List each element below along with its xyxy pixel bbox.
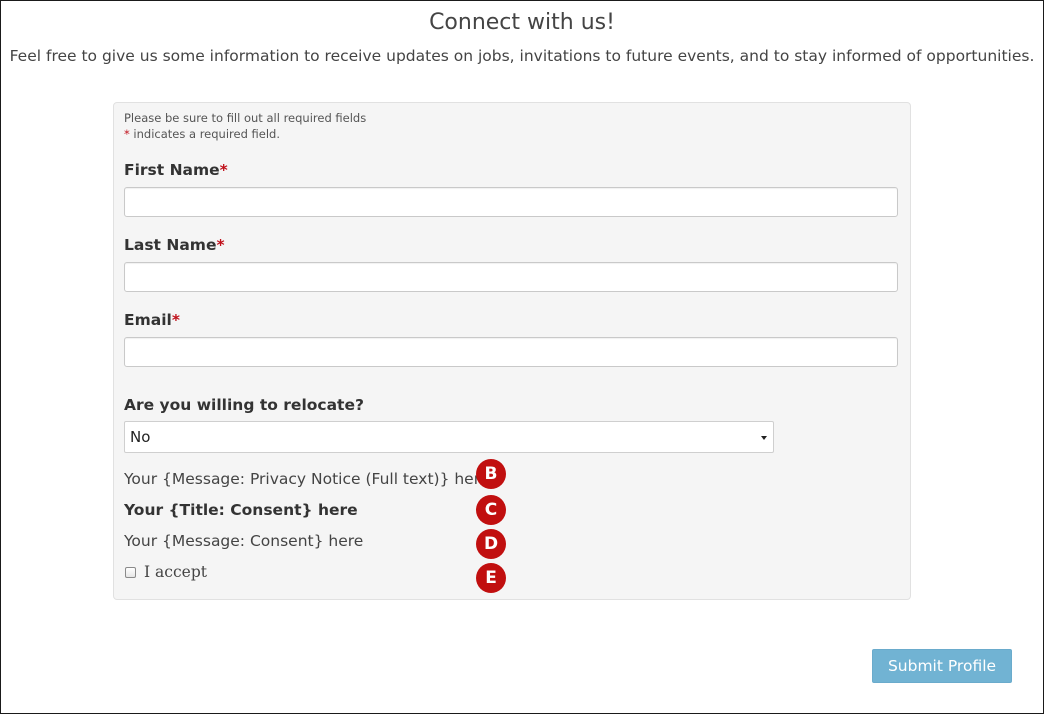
consent-title: Your {Title: Consent} here [124,501,358,519]
page-frame: Connect with us! Feel free to give us so… [0,0,1044,714]
privacy-notice-message: Your {Message: Privacy Notice (Full text… [124,470,490,488]
email-input[interactable] [124,337,898,367]
callout-marker-c: C [476,495,506,525]
email-label: Email* [124,311,180,329]
submit-profile-button[interactable]: Submit Profile [872,649,1012,683]
required-asterisk: * [171,311,180,329]
page-title: Connect with us! [429,10,615,35]
intro-text: Feel free to give us some information to… [9,47,1035,65]
required-asterisk: * [216,236,225,254]
first-name-input[interactable] [124,187,898,217]
relocate-label: Are you willing to relocate? [124,396,364,414]
accept-label[interactable]: I accept [144,563,207,581]
email-label-text: Email [124,311,172,329]
first-name-label-text: First Name [124,161,220,179]
relocate-select[interactable]: No [124,421,774,453]
callout-marker-e: E [476,563,506,593]
required-indicator-text: indicates a required field. [129,127,280,141]
required-asterisk: * [219,161,228,179]
caret-down-icon [761,436,767,440]
required-fields-note: Please be sure to fill out all required … [124,111,367,125]
profile-form: Please be sure to fill out all required … [113,102,911,600]
last-name-input[interactable] [124,262,898,292]
consent-message: Your {Message: Consent} here [124,532,364,550]
accept-checkbox[interactable] [125,567,136,578]
first-name-label: First Name* [124,161,228,179]
callout-marker-d: D [476,529,506,559]
callout-marker-b: B [476,459,506,489]
last-name-label: Last Name* [124,236,225,254]
last-name-label-text: Last Name [124,236,217,254]
required-indicator-note: * indicates a required field. [124,127,280,141]
relocate-selected-value: No [130,428,151,446]
